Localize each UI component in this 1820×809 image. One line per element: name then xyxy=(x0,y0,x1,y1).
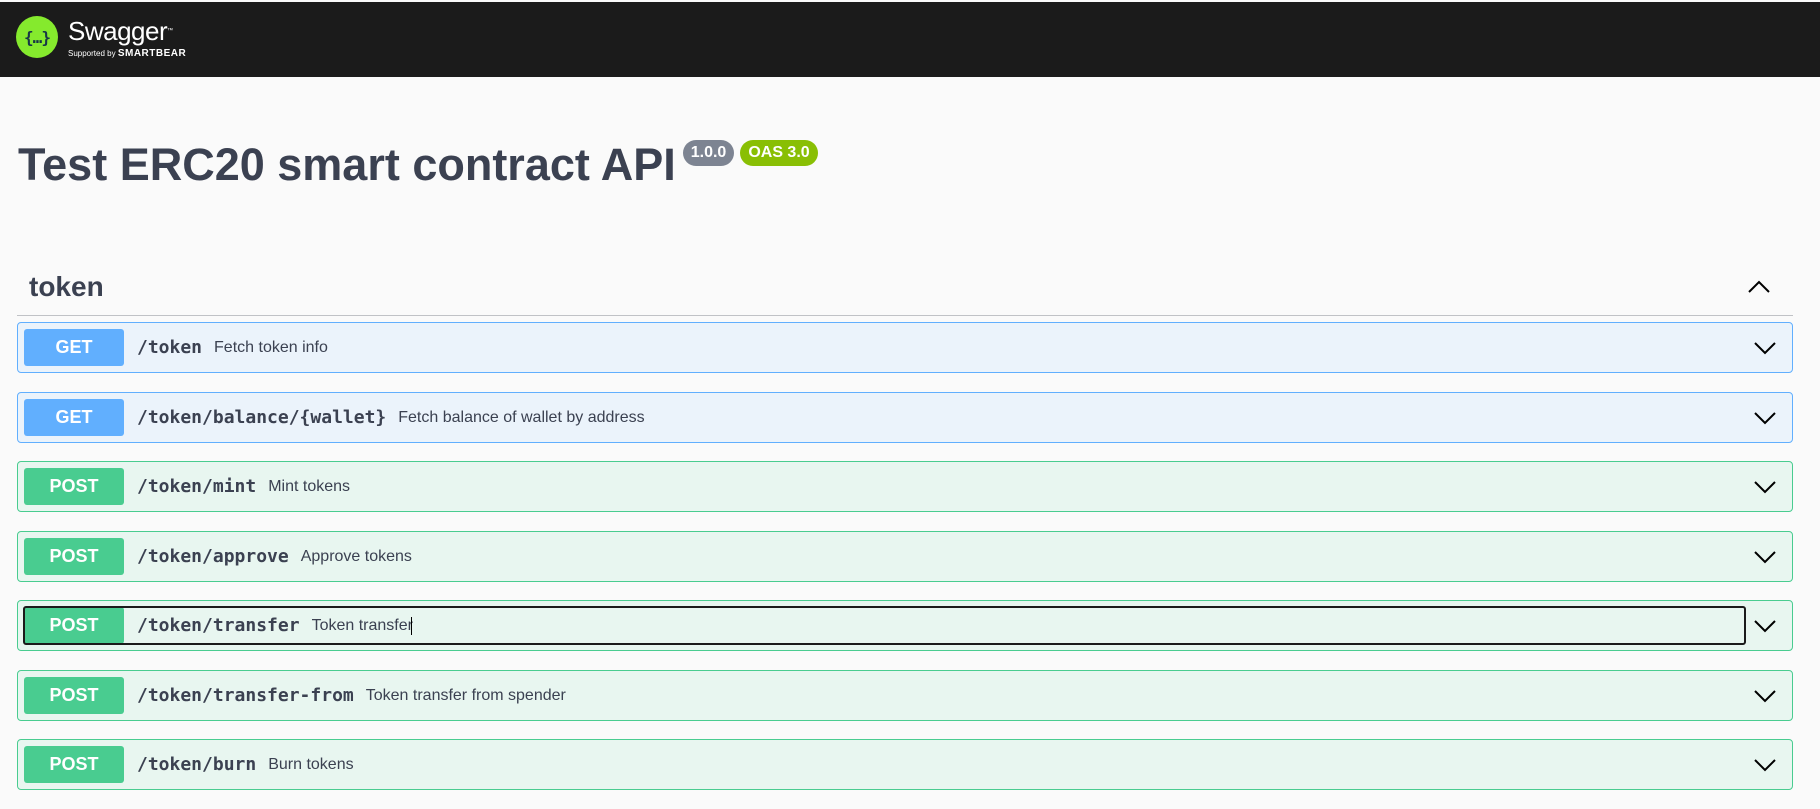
topbar: {…} Swagger™ Supported by SMARTBEAR xyxy=(0,0,1820,77)
chevron-down-icon[interactable] xyxy=(1750,750,1780,780)
chevron-down-icon[interactable] xyxy=(1750,542,1780,572)
swagger-logo[interactable]: {…} Swagger™ Supported by SMARTBEAR xyxy=(16,16,186,66)
operation-post-token-burn[interactable]: POST /token/burn Burn tokens xyxy=(17,739,1793,790)
chevron-up-icon[interactable] xyxy=(1739,267,1779,307)
operation-post-token-approve[interactable]: POST /token/approve Approve tokens xyxy=(17,531,1793,582)
logo-text: Swagger™ Supported by SMARTBEAR xyxy=(68,16,186,59)
logo-name: Swagger xyxy=(68,16,168,46)
method-badge: POST xyxy=(24,468,124,505)
operation-summary: Fetch balance of wallet by address xyxy=(398,408,645,426)
operation-get-token[interactable]: GET /token Fetch token info xyxy=(17,322,1793,373)
chevron-down-icon[interactable] xyxy=(1750,681,1780,711)
logo-supported-by: Supported by xyxy=(68,49,118,58)
method-badge: GET xyxy=(24,329,124,366)
operation-post-token-mint[interactable]: POST /token/mint Mint tokens xyxy=(17,461,1793,512)
operation-summary: Burn tokens xyxy=(268,755,354,773)
operation-summary: Mint tokens xyxy=(268,477,351,495)
chevron-down-icon[interactable] xyxy=(1750,333,1780,363)
method-badge: POST xyxy=(24,677,124,714)
operation-summary: Token transfer from spender xyxy=(365,686,566,704)
api-info: Test ERC20 smart contract API 1.0.0 OAS … xyxy=(18,140,818,190)
operation-post-token-transfer-from[interactable]: POST /token/transfer-from Token transfer… xyxy=(17,670,1793,721)
operation-post-token-transfer[interactable]: POST /token/transfer Token transfer xyxy=(17,600,1793,651)
method-badge: POST xyxy=(24,607,124,644)
operation-summary: Fetch token info xyxy=(214,338,328,356)
logo-tm: ™ xyxy=(167,28,173,34)
operation-path: /token/balance/{wallet} xyxy=(137,407,387,428)
tag-name: token xyxy=(29,270,104,302)
logo-company: SMARTBEAR xyxy=(117,48,187,59)
text-cursor xyxy=(410,616,412,635)
chevron-down-icon[interactable] xyxy=(1750,403,1780,433)
api-title: Test ERC20 smart contract API xyxy=(18,139,676,190)
operation-summary: Token transfer xyxy=(311,616,413,634)
operation-path: /token/mint xyxy=(137,476,257,497)
method-badge: GET xyxy=(24,399,124,436)
operation-path: /token/approve xyxy=(137,546,289,567)
swagger-logo-icon: {…} xyxy=(16,16,58,58)
method-badge: POST xyxy=(24,746,124,783)
operation-path: /token xyxy=(137,337,203,358)
operation-get-token-balance[interactable]: GET /token/balance/{wallet} Fetch balanc… xyxy=(17,392,1793,443)
operation-path: /token/transfer-from xyxy=(137,685,354,706)
chevron-down-icon[interactable] xyxy=(1750,611,1780,641)
operation-path: /token/transfer xyxy=(137,615,300,636)
operation-summary: Approve tokens xyxy=(300,547,412,565)
method-badge: POST xyxy=(24,538,124,575)
version-badge: 1.0.0 xyxy=(682,140,735,166)
chevron-down-icon[interactable] xyxy=(1750,472,1780,502)
operation-path: /token/burn xyxy=(137,754,257,775)
tag-section-header[interactable]: token xyxy=(17,258,1793,316)
oas-badge: OAS 3.0 xyxy=(740,140,818,166)
